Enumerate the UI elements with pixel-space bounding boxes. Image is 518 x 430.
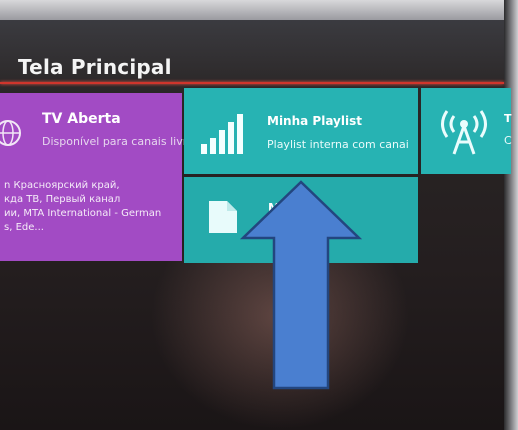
signal-bars-icon: [201, 114, 243, 154]
document-icon: [209, 201, 237, 233]
tile-third-title: T: [504, 112, 512, 125]
up-arrow-icon: [240, 180, 362, 390]
tile-tv-aberta-title: TV Aberta: [42, 111, 121, 127]
tile-tv-line: n Красноярский край,: [4, 180, 120, 191]
tile-third-subtitle: C: [504, 134, 512, 147]
tile-tv-aberta-description: n Красноярский край, кда ТВ, Первый кана…: [4, 179, 161, 235]
tile-playlist-subtitle: Playlist interna com canai: [267, 138, 409, 151]
tile-tv-aberta[interactable]: TV Aberta Disponível para canais livr n …: [0, 93, 187, 261]
tile-tv-line: ии, MTA International - German: [4, 208, 162, 219]
header-divider: [0, 82, 504, 84]
page-title: Tela Principal: [18, 55, 172, 79]
globe-icon: [0, 120, 21, 146]
tile-tv-aberta-subtitle: Disponível para canais livr: [42, 135, 188, 148]
antenna-icon: [441, 110, 487, 155]
tile-tv-line: кда ТВ, Первый канал: [4, 194, 121, 205]
tile-playlist-title: Minha Playlist: [267, 114, 362, 128]
tv-bezel-top: [0, 0, 518, 20]
tile-tv-line: s, Ede...: [4, 222, 44, 233]
tv-bezel-right: [504, 0, 518, 430]
